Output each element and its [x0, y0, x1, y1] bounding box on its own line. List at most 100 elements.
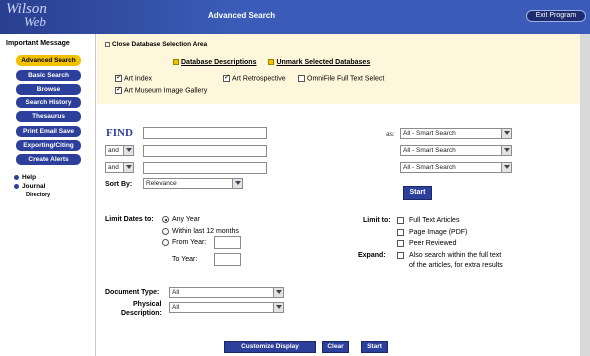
right-edge — [580, 34, 590, 356]
exit-program-button[interactable]: Exit Program — [526, 10, 586, 22]
full-text-checkbox[interactable] — [397, 217, 404, 224]
db-label: Art Museum Image Gallery — [124, 87, 208, 95]
chevron-down-icon — [273, 288, 283, 297]
sidebar-exporting-citing[interactable]: Exporting/Citing — [16, 140, 81, 151]
chevron-down-icon — [232, 179, 242, 188]
db-art-museum[interactable]: Art Museum Image Gallery — [115, 85, 208, 95]
op-value: and — [108, 147, 119, 154]
peer-reviewed-checkbox[interactable] — [397, 240, 404, 247]
physical-description-select[interactable]: All — [169, 302, 284, 313]
peer-reviewed-label: Peer Reviewed — [409, 240, 457, 247]
bullet-icon — [14, 174, 19, 180]
from-year-label: From Year: — [172, 239, 207, 246]
find-label: FIND — [106, 127, 133, 139]
sidebar-basic-search[interactable]: Basic Search — [16, 70, 81, 81]
any-year-label: Any Year — [172, 216, 201, 223]
start-button-top[interactable]: Start — [403, 186, 432, 200]
journal-label: Journal — [22, 183, 46, 190]
document-type-label: Document Type: — [105, 289, 160, 296]
field-select-2[interactable]: All - Smart Search — [400, 145, 512, 156]
sidebar: Important Message Advanced Search Basic … — [0, 34, 96, 356]
boolean-operator-select-3[interactable]: and — [105, 162, 134, 173]
boolean-operator-select-2[interactable]: and — [105, 145, 134, 156]
help-label: Help — [22, 174, 37, 181]
field-value: All - Smart Search — [403, 130, 456, 137]
sidebar-thesaurus[interactable]: Thesaurus — [16, 111, 81, 122]
chevron-down-icon — [123, 163, 133, 172]
db-art-retrospective[interactable]: Art Retrospective — [223, 73, 286, 83]
search-term-input-2[interactable] — [143, 145, 267, 157]
op-value: and — [108, 164, 119, 171]
square-icon — [268, 59, 275, 66]
expand-fulltext-checkbox[interactable] — [397, 252, 404, 259]
field-select-1[interactable]: All - Smart Search — [400, 128, 512, 139]
field-select-3[interactable]: All - Smart Search — [400, 162, 512, 173]
logo-line2: Web — [24, 14, 46, 29]
journal-directory-sub[interactable]: Directory — [26, 192, 50, 198]
database-links: Database Descriptions Unmark Selected Da… — [173, 59, 380, 66]
db-label: OmniFile Full Text Select — [307, 75, 385, 83]
to-year-label: To Year: — [172, 256, 198, 263]
sidebar-search-history[interactable]: Search History — [16, 97, 81, 108]
page-title: Advanced Search — [208, 11, 276, 20]
sidebar-create-alerts[interactable]: Create Alerts — [16, 154, 81, 165]
physical-label-line1: Physical — [133, 301, 162, 308]
chevron-down-icon — [123, 146, 133, 155]
checkbox[interactable] — [115, 85, 122, 94]
db-label: Art Index — [124, 75, 153, 83]
page-image-label: Page Image (PDF) — [409, 229, 468, 236]
unmark-databases-link[interactable]: Unmark Selected Databases — [276, 59, 370, 66]
expand-line2: of the articles, for extra results — [409, 262, 503, 269]
radio-any-year[interactable] — [162, 216, 169, 223]
top-header: Wilson Web Advanced Search Exit Program — [0, 0, 590, 34]
field-value: All - Smart Search — [403, 147, 456, 154]
to-year-input[interactable] — [214, 253, 241, 266]
doctype-value: All — [172, 289, 180, 296]
limit-to-label: Limit to: — [363, 217, 391, 224]
sidebar-advanced-search[interactable]: Advanced Search — [16, 55, 81, 66]
sort-by-label: Sort By: — [105, 181, 133, 188]
chevron-down-icon — [501, 146, 511, 155]
close-database-label: Close Database Selection Area — [112, 41, 208, 48]
expand-line1: Also search within the full text — [409, 252, 502, 259]
radio-from-year[interactable] — [162, 239, 169, 246]
sidebar-print-email-save[interactable]: Print Email Save — [16, 126, 81, 137]
limit-dates-label: Limit Dates to: — [105, 216, 154, 223]
wilsonweb-logo[interactable]: Wilson Web — [6, 2, 47, 29]
document-type-select[interactable]: All — [169, 287, 284, 298]
bullet-icon — [14, 183, 19, 189]
sort-value: Relevance — [146, 180, 177, 187]
as-label: as: — [386, 131, 395, 138]
square-icon — [173, 59, 179, 66]
clear-button[interactable]: Clear — [322, 341, 349, 353]
from-year-input[interactable] — [214, 236, 241, 249]
checkbox[interactable] — [115, 73, 122, 82]
physdesc-value: All — [172, 304, 180, 311]
db-label: Art Retrospective — [232, 75, 286, 83]
search-term-input-3[interactable] — [143, 162, 267, 174]
collapse-icon — [105, 41, 110, 47]
physical-label-line2: Description: — [121, 310, 162, 317]
start-button-bottom[interactable]: Start — [361, 341, 388, 353]
sort-by-select[interactable]: Relevance — [143, 178, 243, 189]
page-image-checkbox[interactable] — [397, 229, 404, 236]
field-value: All - Smart Search — [403, 164, 456, 171]
search-term-input-1[interactable] — [143, 127, 267, 139]
sidebar-help-link[interactable]: Help — [14, 174, 36, 181]
sidebar-journal-link[interactable]: Journal — [14, 183, 45, 190]
chevron-down-icon — [273, 303, 283, 312]
last-12-months-label: Within last 12 months — [172, 228, 239, 235]
sidebar-browse[interactable]: Browse — [16, 84, 81, 95]
db-omnifile[interactable]: OmniFile Full Text Select — [298, 75, 384, 82]
important-message-link[interactable]: Important Message — [6, 40, 70, 47]
db-art-index[interactable]: Art Index — [115, 73, 153, 83]
chevron-down-icon — [501, 163, 511, 172]
radio-last-12-months[interactable] — [162, 228, 169, 235]
database-descriptions-link[interactable]: Database Descriptions — [181, 59, 256, 66]
checkbox[interactable] — [223, 73, 230, 82]
close-database-area[interactable]: Close Database Selection Area — [105, 41, 207, 48]
checkbox[interactable] — [298, 75, 305, 82]
customize-display-button[interactable]: Customize Display — [224, 341, 316, 353]
database-selection-area: Close Database Selection Area Database D… — [97, 34, 580, 104]
full-text-label: Full Text Articles — [409, 217, 460, 224]
